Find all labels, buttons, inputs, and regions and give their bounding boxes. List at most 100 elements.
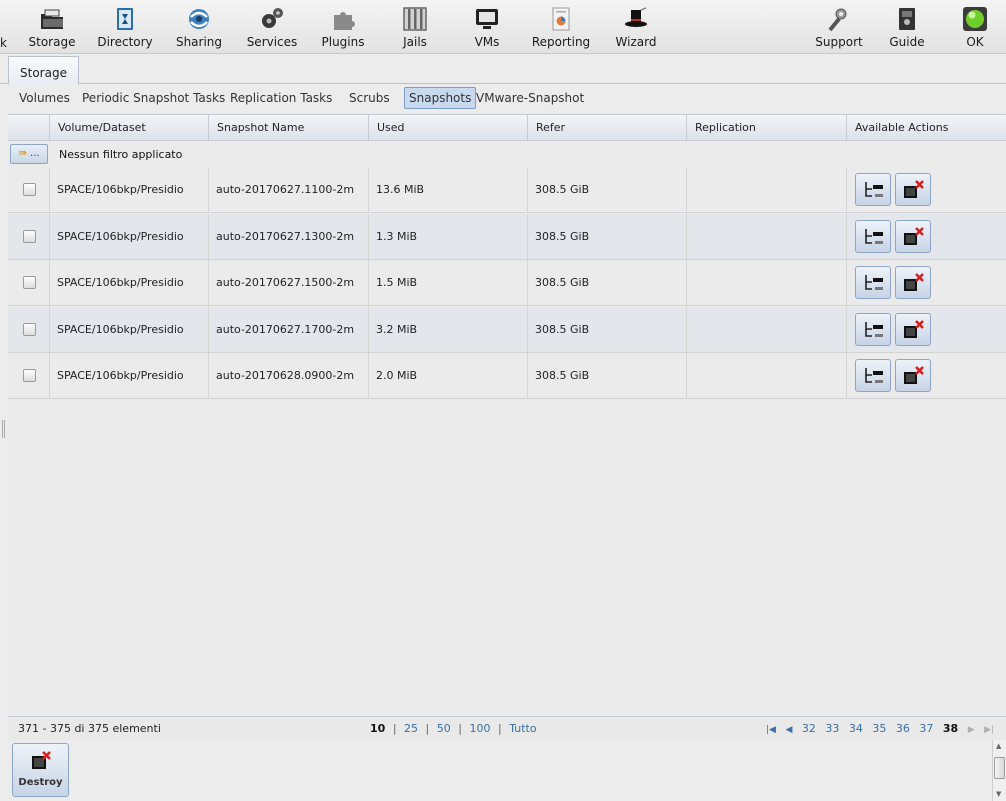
filter-status-text: Nessun filtro applicato bbox=[59, 148, 183, 161]
table-row[interactable]: SPACE/106bkp/Presidio auto-20170627.1500-… bbox=[8, 260, 1006, 306]
scroll-down-icon[interactable]: ▼ bbox=[996, 790, 1001, 798]
refer-cell: 308.5 GiB bbox=[528, 167, 687, 213]
row-checkbox[interactable] bbox=[23, 183, 36, 196]
header-replication[interactable]: Replication bbox=[687, 115, 847, 141]
vms-icon bbox=[476, 9, 498, 29]
toolbar-directory-button[interactable]: Directory bbox=[96, 3, 154, 53]
separator: | bbox=[497, 722, 502, 735]
destroy-snapshot-button[interactable] bbox=[895, 312, 931, 346]
subtab-scrubs[interactable]: Scrubs bbox=[345, 87, 394, 109]
header-used[interactable]: Used bbox=[369, 115, 528, 141]
header-volume-dataset[interactable]: Volume/Dataset bbox=[50, 115, 209, 141]
toolbar-storage-button[interactable]: Storage bbox=[26, 3, 78, 53]
page-link[interactable]: 35 bbox=[872, 722, 886, 735]
replication-cell bbox=[687, 213, 847, 260]
sharing-icon bbox=[189, 9, 209, 29]
destroy-snapshot-button[interactable] bbox=[895, 219, 931, 253]
page-size-selector: 10 | 25 | 50 | 100 | Tutto bbox=[368, 722, 539, 735]
page-size-50[interactable]: 50 bbox=[437, 722, 451, 735]
vertical-scrollbar[interactable]: ▲ ▼ bbox=[992, 740, 1006, 801]
replication-cell bbox=[687, 260, 847, 306]
page-size-25[interactable]: 25 bbox=[404, 722, 418, 735]
header-select-column[interactable] bbox=[8, 115, 50, 141]
toolbar-status-ok-button[interactable]: OK bbox=[955, 3, 995, 53]
toolbar-scroll-left-glyph[interactable]: k bbox=[0, 36, 7, 50]
tab-storage[interactable]: Storage bbox=[8, 56, 79, 85]
top-toolbar: k Storage Directory Sharing Services Plu… bbox=[0, 0, 1006, 54]
destroy-snapshot-button[interactable] bbox=[895, 359, 931, 392]
subtab-snapshots[interactable]: Snapshots bbox=[404, 87, 477, 109]
jails-icon bbox=[403, 7, 427, 31]
last-page-icon[interactable]: ▶| bbox=[984, 725, 994, 735]
clone-snapshot-button[interactable] bbox=[855, 219, 891, 253]
table-row[interactable]: SPACE/106bkp/Presidio auto-20170628.0900-… bbox=[8, 353, 1006, 399]
toolbar-jails-label: Jails bbox=[403, 35, 427, 49]
page-size-all[interactable]: Tutto bbox=[509, 722, 536, 735]
toolbar-plugins-button[interactable]: Plugins bbox=[318, 3, 368, 53]
prev-page-icon[interactable]: ◀ bbox=[785, 725, 792, 735]
toolbar-sharing-button[interactable]: Sharing bbox=[174, 3, 224, 53]
filter-arrow-icon: ⇛ bbox=[18, 148, 27, 159]
row-checkbox[interactable] bbox=[23, 369, 36, 382]
toolbar-support-button[interactable]: Support bbox=[812, 3, 866, 53]
next-page-icon[interactable]: ▶ bbox=[968, 725, 975, 735]
clone-snapshot-button[interactable] bbox=[855, 173, 891, 206]
snapshot-name-cell: auto-20170627.1700-2m bbox=[209, 306, 369, 353]
scroll-up-icon[interactable]: ▲ bbox=[996, 742, 1001, 750]
filter-button[interactable]: ⇛ ... bbox=[10, 144, 48, 164]
toolbar-guide-label: Guide bbox=[889, 35, 925, 49]
row-checkbox[interactable] bbox=[23, 276, 36, 289]
filter-button-label: ... bbox=[30, 148, 40, 159]
subtab-replication-tasks[interactable]: Replication Tasks bbox=[226, 87, 336, 109]
reporting-icon bbox=[552, 7, 570, 31]
select-cell bbox=[8, 260, 50, 306]
page-link[interactable]: 36 bbox=[896, 722, 910, 735]
volume-dataset-cell: SPACE/106bkp/Presidio bbox=[50, 213, 209, 260]
page-link[interactable]: 32 bbox=[802, 722, 816, 735]
volume-dataset-cell: SPACE/106bkp/Presidio bbox=[50, 167, 209, 213]
page-link[interactable]: 34 bbox=[849, 722, 863, 735]
volume-dataset-cell: SPACE/106bkp/Presidio bbox=[50, 260, 209, 306]
header-snapshot-name[interactable]: Snapshot Name bbox=[209, 115, 369, 141]
toolbar-vms-button[interactable]: VMs bbox=[467, 3, 507, 53]
first-page-icon[interactable]: |◀ bbox=[766, 725, 776, 735]
subtab-volumes[interactable]: Volumes bbox=[15, 87, 74, 109]
toolbar-jails-button[interactable]: Jails bbox=[395, 3, 435, 53]
toolbar-reporting-button[interactable]: Reporting bbox=[530, 3, 592, 53]
clone-snapshot-button[interactable] bbox=[855, 266, 891, 299]
main-tab-bar: Storage bbox=[0, 54, 1006, 85]
destroy-snapshot-button[interactable] bbox=[895, 173, 931, 206]
table-row[interactable]: SPACE/106bkp/Presidio auto-20170627.1700-… bbox=[8, 306, 1006, 353]
row-checkbox[interactable] bbox=[23, 322, 36, 336]
table-row[interactable]: SPACE/106bkp/Presidio auto-20170627.1300-… bbox=[8, 213, 1006, 260]
status-ok-icon bbox=[963, 7, 987, 31]
destroy-snapshot-button[interactable] bbox=[895, 266, 931, 299]
directory-icon bbox=[117, 8, 133, 30]
panel-resize-grip[interactable] bbox=[2, 420, 5, 438]
header-refer[interactable]: Refer bbox=[528, 115, 687, 141]
page-size-100[interactable]: 100 bbox=[469, 722, 490, 735]
subtab-vmware-snapshot[interactable]: VMware-Snapshot bbox=[472, 87, 588, 109]
subtab-periodic-snapshot-tasks[interactable]: Periodic Snapshot Tasks bbox=[78, 87, 229, 109]
destroy-button[interactable]: Destroy bbox=[12, 743, 69, 797]
select-cell bbox=[8, 213, 50, 260]
actions-cell bbox=[847, 353, 1006, 399]
grid-header: Volume/Dataset Snapshot Name Used Refer … bbox=[8, 115, 1006, 141]
storage-subtabs: Volumes Periodic Snapshot Tasks Replicat… bbox=[0, 84, 1006, 112]
page-size-10[interactable]: 10 bbox=[370, 722, 385, 735]
toolbar-services-button[interactable]: Services bbox=[244, 3, 300, 53]
row-checkbox[interactable] bbox=[23, 229, 36, 243]
header-available-actions: Available Actions bbox=[855, 121, 949, 134]
used-cell: 13.6 MiB bbox=[369, 167, 528, 213]
toolbar-wizard-button[interactable]: Wizard bbox=[612, 3, 660, 53]
table-row[interactable]: SPACE/106bkp/Presidio auto-20170627.1100-… bbox=[8, 167, 1006, 213]
scrollbar-thumb[interactable] bbox=[994, 757, 1005, 779]
clone-snapshot-button[interactable] bbox=[855, 312, 891, 346]
toolbar-guide-button[interactable]: Guide bbox=[886, 3, 928, 53]
clone-snapshot-button[interactable] bbox=[855, 359, 891, 392]
page-link[interactable]: 33 bbox=[825, 722, 839, 735]
grid-footer: 371 - 375 di 375 elementi 10 | 25 | 50 |… bbox=[8, 716, 1006, 740]
page-link[interactable]: 37 bbox=[919, 722, 933, 735]
toolbar-status-ok-label: OK bbox=[966, 35, 984, 49]
select-cell bbox=[8, 167, 50, 213]
